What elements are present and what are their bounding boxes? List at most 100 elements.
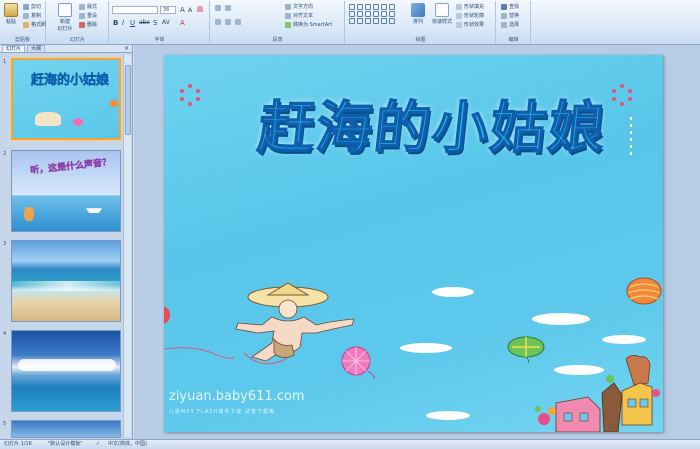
shape-item[interactable] <box>381 4 387 10</box>
quick-styles-icon <box>435 3 449 17</box>
cloud <box>602 335 646 344</box>
grow-font-button[interactable]: A <box>180 6 185 14</box>
watermark-subtext: 儿歌MP3 FLASH课件下载 试卷下载等 <box>169 409 275 415</box>
arrange-button[interactable]: 排列 <box>408 3 428 25</box>
align-left-icon <box>215 19 221 25</box>
align-text-button[interactable]: 对齐文本 <box>285 12 313 19</box>
copy-button[interactable]: 复制 <box>23 12 41 19</box>
shape-item[interactable] <box>373 11 379 17</box>
font-group: 36 A A B I U abc S AV A 字体 <box>110 1 210 44</box>
text-direction-icon <box>285 3 291 10</box>
thumb-cloud <box>18 359 116 371</box>
shape-item[interactable] <box>357 4 363 10</box>
shadow-button[interactable]: S <box>153 19 157 27</box>
copy-icon <box>23 12 29 19</box>
tab-outline[interactable]: 大纲 <box>27 45 46 52</box>
slide-thumbnail-4[interactable] <box>11 330 121 412</box>
replace-button[interactable]: 替换 <box>501 12 519 19</box>
underline-button[interactable]: U <box>130 19 135 27</box>
find-button[interactable]: 查找 <box>501 3 519 10</box>
thumb-title: 赶海的小姑娘 <box>31 73 110 89</box>
pane-scrollbar[interactable] <box>123 55 131 437</box>
shape-item[interactable] <box>381 18 387 24</box>
clear-format-button[interactable] <box>197 6 203 12</box>
shape-item[interactable] <box>365 18 371 24</box>
font-size-box[interactable]: 36 <box>160 6 176 14</box>
shape-item[interactable] <box>381 11 387 17</box>
slide-thumbnail-3[interactable] <box>11 240 121 322</box>
slide-thumbnail-2[interactable]: 听，这是什么声音？ <box>11 150 121 232</box>
shape-item[interactable] <box>349 4 355 10</box>
shape-item[interactable] <box>365 4 371 10</box>
convert-smartart-button[interactable]: 转换为 SmartArt <box>285 21 332 28</box>
align-left-button[interactable] <box>215 19 221 25</box>
shapes-gallery[interactable] <box>349 4 396 24</box>
thumb-number: 4 <box>3 331 7 337</box>
numbering-button[interactable] <box>225 5 231 11</box>
thumb-girl <box>35 112 61 126</box>
drawing-group: 排列 快速样式 形状填充 形状轮廓 形状效果 绘图 <box>346 1 496 44</box>
shape-item[interactable] <box>389 18 395 24</box>
heart-ring-decoration <box>612 84 632 106</box>
orange-balloon <box>626 277 662 305</box>
strikethrough-button[interactable]: abc <box>139 19 150 26</box>
language-indicator[interactable]: 中文(简体，中国) <box>108 440 147 449</box>
ribbon: 粘贴 剪切 复制 格式刷 剪贴板 新建 幻灯片 版式 重设 删除 幻灯片 36 … <box>0 0 700 45</box>
shape-outline-button[interactable]: 形状轮廓 <box>456 12 484 19</box>
reset-button[interactable]: 重设 <box>79 12 97 19</box>
layout-button[interactable]: 版式 <box>79 3 97 10</box>
cloud <box>532 313 590 325</box>
reset-icon <box>79 12 85 19</box>
shape-item[interactable] <box>365 11 371 17</box>
font-color-button[interactable]: A <box>180 19 185 27</box>
shape-fill-button[interactable]: 形状填充 <box>456 3 484 10</box>
bold-button[interactable]: B <box>113 19 118 27</box>
select-button[interactable]: 选择 <box>501 21 519 28</box>
spellcheck-icon[interactable]: ✓ <box>96 440 100 449</box>
red-kite-edge <box>164 306 170 324</box>
shape-item[interactable] <box>389 4 395 10</box>
cut-button[interactable]: 剪切 <box>23 3 41 10</box>
paste-button[interactable]: 粘贴 <box>1 3 21 25</box>
text-direction-button[interactable]: 文字方向 <box>285 3 313 10</box>
bullets-button[interactable] <box>215 5 221 11</box>
scissors-icon <box>23 3 29 10</box>
slide-thumbnail-1[interactable]: 赶海的小姑娘 <box>11 58 121 140</box>
drawing-label: 绘图 <box>415 37 426 43</box>
shape-effects-button[interactable]: 形状效果 <box>456 21 484 28</box>
quick-styles-button[interactable]: 快速样式 <box>430 3 454 25</box>
shape-item[interactable] <box>357 18 363 24</box>
shape-item[interactable] <box>373 4 379 10</box>
italic-button[interactable]: I <box>122 19 124 27</box>
spacing-button[interactable]: AV <box>162 19 170 26</box>
delete-icon <box>79 21 85 28</box>
close-icon[interactable]: × <box>124 45 129 52</box>
shape-item[interactable] <box>357 11 363 17</box>
heart-ring-decoration <box>180 84 200 106</box>
eraser-icon <box>197 6 203 12</box>
shrink-font-button[interactable]: A <box>188 7 192 14</box>
new-slide-button[interactable]: 新建 幻灯片 <box>53 3 77 32</box>
shape-item[interactable] <box>373 18 379 24</box>
slide-canvas-area: 赶海的小姑娘 ziyuan.baby611.com 儿歌MP3 FLASH课件下… <box>134 45 700 439</box>
slide-title[interactable]: 赶海的小姑娘 <box>254 83 612 164</box>
font-name-box[interactable] <box>112 6 158 14</box>
align-right-button[interactable] <box>235 19 241 25</box>
slides-group: 新建 幻灯片 版式 重设 删除 幻灯片 <box>47 1 109 44</box>
thumb-title: 听，这是什么声音？ <box>29 157 112 177</box>
slide-canvas[interactable]: 赶海的小姑娘 ziyuan.baby611.com 儿歌MP3 FLASH课件下… <box>164 55 663 432</box>
format-painter-button[interactable]: 格式刷 <box>23 21 46 28</box>
slide-thumbnail-5[interactable] <box>11 420 121 438</box>
scroll-thumb[interactable] <box>125 65 131 135</box>
numbering-icon <box>225 5 231 11</box>
brush-icon <box>23 21 29 28</box>
shape-item[interactable] <box>349 11 355 17</box>
pen-icon <box>456 12 462 19</box>
status-bar: 幻灯片 1/16 "默认设计模板" ✓ 中文(简体，中国) <box>0 439 700 449</box>
shape-item[interactable] <box>349 18 355 24</box>
align-center-button[interactable] <box>225 19 231 25</box>
replace-icon <box>501 12 507 19</box>
tab-slides[interactable]: 幻灯片 <box>2 45 26 52</box>
delete-button[interactable]: 删除 <box>79 21 97 28</box>
shape-item[interactable] <box>389 11 395 17</box>
